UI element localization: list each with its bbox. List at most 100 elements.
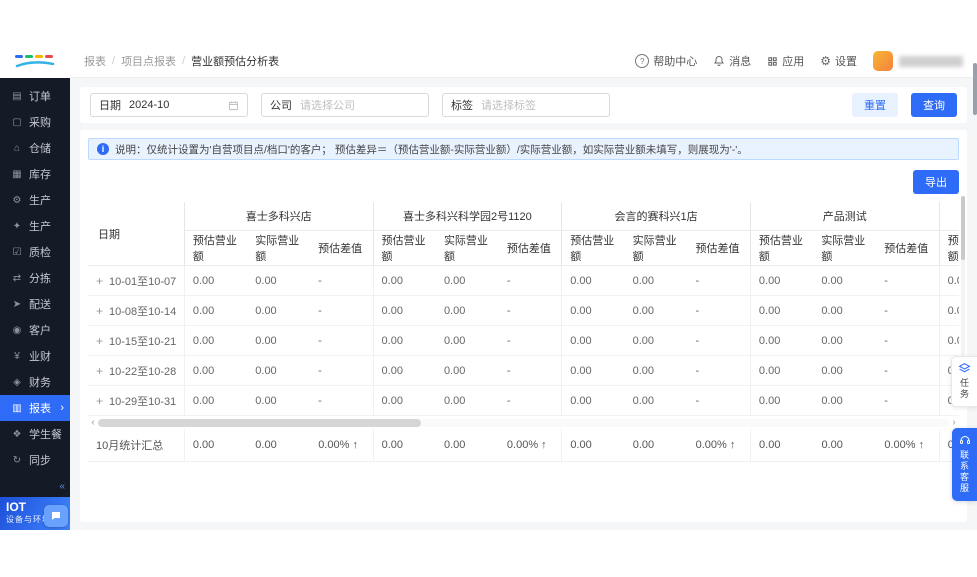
- username-redacted: [899, 55, 963, 67]
- apps-button[interactable]: 应用: [767, 53, 804, 69]
- reset-button[interactable]: 重置: [852, 93, 898, 117]
- quality-icon: ☑: [12, 246, 22, 258]
- sidebar-item-production[interactable]: ⚙ 生产: [0, 187, 70, 213]
- cell-diff: -: [310, 385, 374, 416]
- sidebar-item-delivery[interactable]: ➤ 配送: [0, 291, 70, 317]
- cell-estimate: 0.00: [938, 265, 959, 296]
- sidebar-item-biz-finance[interactable]: ¥ 业财: [0, 343, 70, 369]
- sidebar-item-label: 配送: [29, 299, 51, 311]
- scroll-left-icon[interactable]: ‹: [88, 417, 98, 428]
- sidebar-collapse-icon[interactable]: «: [59, 481, 65, 492]
- expand-row-icon[interactable]: +: [96, 364, 103, 378]
- sorting-icon: ⇄: [12, 272, 22, 284]
- help-center-button[interactable]: ? 帮助中心: [635, 53, 697, 69]
- breadcrumb-item[interactable]: 报表: [84, 53, 106, 69]
- cell-diff: -: [876, 355, 940, 386]
- sidebar-item-label: 学生餐: [29, 429, 62, 441]
- cell-diff: -: [498, 385, 562, 416]
- cell-diff: -: [498, 295, 562, 326]
- cell-estimate: 0.00: [561, 355, 625, 386]
- breadcrumb-item[interactable]: 项目点报表: [121, 53, 176, 69]
- settings-button[interactable]: ⚙ 设置: [820, 53, 857, 69]
- table-row: +10-29至10-31 0.00 0.00-0.00 0.00-0.00 0.00-0…: [88, 385, 959, 416]
- sidebar-item-sorting[interactable]: ⇄ 分拣: [0, 265, 70, 291]
- app-logo[interactable]: [0, 45, 70, 78]
- tag-filter[interactable]: 标签 请选择标签: [442, 93, 610, 117]
- search-button[interactable]: 查询: [911, 93, 957, 117]
- sidebar-item-label: 同步: [29, 455, 51, 467]
- sidebar-item-student-meal[interactable]: ❖ 学生餐: [0, 421, 70, 447]
- cell-estimate: 0.00: [938, 325, 959, 356]
- sidebar-item-label: 生产: [29, 195, 51, 207]
- tasks-widget[interactable]: 任务: [951, 356, 977, 407]
- cell-diff: -: [498, 355, 562, 386]
- sidebar: ▤ 订单 ▢ 采购 ⌂ 仓储 ▦ 库存 ⚙ 生产 ✦ 生产 ☑ 质检 ⇄ 分拣 ➤ 配送 ◉ 客户 ¥ 业财 ◈ 财务 ▥ 报表 ›…: [0, 45, 70, 530]
- arrow-up-icon: ↑: [918, 439, 925, 451]
- company-filter-placeholder: 请选择公司: [300, 100, 355, 112]
- expand-row-icon[interactable]: +: [96, 304, 103, 318]
- cell-diff: -: [687, 265, 751, 296]
- header-actions: ? 帮助中心 消息 应用 ⚙ 设置: [635, 51, 963, 71]
- sidebar-item-production-2[interactable]: ✦ 生产: [0, 213, 70, 239]
- cell-estimate: 0.00: [749, 325, 814, 356]
- sidebar-item-label: 订单: [29, 91, 51, 103]
- bell-icon: [713, 55, 725, 67]
- expand-row-icon[interactable]: +: [96, 274, 103, 288]
- apps-grid-icon: [767, 56, 778, 67]
- scroll-right-icon[interactable]: ›: [949, 417, 959, 428]
- sidebar-item-customers[interactable]: ◉ 客户: [0, 317, 70, 343]
- summary-diff: 0.00% ↑: [687, 429, 751, 462]
- company-filter-label: 公司: [270, 100, 292, 112]
- contact-support-widget[interactable]: 联系客服: [952, 428, 977, 501]
- iot-chat-icon[interactable]: [44, 505, 68, 527]
- date-filter-value: 2024-10: [129, 99, 170, 111]
- arrow-up-icon: ↑: [729, 439, 736, 451]
- cell-estimate: 0.00: [183, 355, 248, 386]
- summary-diff-value: 0.00%: [695, 439, 730, 451]
- sidebar-item-warehouse[interactable]: ⌂ 仓储: [0, 135, 70, 161]
- date-filter[interactable]: 日期 2024-10: [90, 93, 248, 117]
- finance-icon: ◈: [13, 376, 21, 388]
- arrow-up-icon: ↑: [352, 439, 358, 451]
- cell-actual: 0.00: [435, 355, 499, 386]
- production-icon: ⚙: [12, 194, 22, 206]
- cell-estimate: 0.00: [749, 355, 814, 386]
- sidebar-item-orders[interactable]: ▤ 订单: [0, 83, 70, 109]
- scrollbar-track[interactable]: [98, 418, 949, 427]
- sidebar-menu: ▤ 订单 ▢ 采购 ⌂ 仓储 ▦ 库存 ⚙ 生产 ✦ 生产 ☑ 质检 ⇄ 分拣 ➤ 配送 ◉ 客户 ¥ 业财 ◈ 财务 ▥ 报表 ›…: [0, 78, 70, 473]
- cell-actual: 0.00: [435, 325, 499, 356]
- row-date-cell: +10-29至10-31: [88, 385, 185, 416]
- messages-button[interactable]: 消息: [713, 53, 751, 69]
- sidebar-item-finance[interactable]: ◈ 财务: [0, 369, 70, 395]
- row-date-cell: +10-15至10-21: [88, 325, 185, 356]
- logo-icon: [15, 54, 55, 67]
- filter-bar: 日期 2024-10 公司 请选择公司 标签 请选择标签 重置 查询: [80, 87, 967, 123]
- sidebar-iot-section[interactable]: IOT 设备与环境: [0, 497, 70, 530]
- sidebar-item-reports[interactable]: ▥ 报表 ›: [0, 395, 70, 421]
- expand-row-icon[interactable]: +: [96, 394, 103, 408]
- avatar: [873, 51, 893, 71]
- sidebar-item-sync[interactable]: ↻ 同步: [0, 447, 70, 473]
- window-scrollbar-thumb[interactable]: [973, 63, 977, 115]
- table-vscroll-thumb[interactable]: [961, 196, 965, 260]
- apps-label: 应用: [782, 56, 805, 68]
- gear-icon: ⚙: [820, 54, 831, 68]
- group-header: 喜士多科兴科学园2号1120: [372, 202, 562, 231]
- tasks-label: 任务: [959, 378, 969, 400]
- expand-row-icon[interactable]: +: [96, 334, 103, 348]
- contact-support-label: 联系客服: [959, 450, 969, 494]
- sidebar-item-quality[interactable]: ☑ 质检: [0, 239, 70, 265]
- report-table: 日期 喜士多科兴店 喜士多科兴科学园2号1120 会言的赛科兴1店 产品测试 预估营业额实…: [88, 202, 959, 416]
- cell-diff: -: [687, 325, 751, 356]
- cell-diff: -: [498, 265, 562, 296]
- export-button[interactable]: 导出: [913, 170, 959, 194]
- cell-diff: -: [687, 295, 751, 326]
- summary-actual: 0.00: [813, 429, 877, 462]
- company-filter[interactable]: 公司 请选择公司: [261, 93, 429, 117]
- sidebar-item-inventory[interactable]: ▦ 库存: [0, 161, 70, 187]
- sidebar-item-purchase[interactable]: ▢ 采购: [0, 109, 70, 135]
- tag-filter-label: 标签: [451, 100, 473, 112]
- user-menu[interactable]: [873, 51, 963, 71]
- group-header: [938, 202, 959, 231]
- scrollbar-thumb[interactable]: [98, 418, 422, 427]
